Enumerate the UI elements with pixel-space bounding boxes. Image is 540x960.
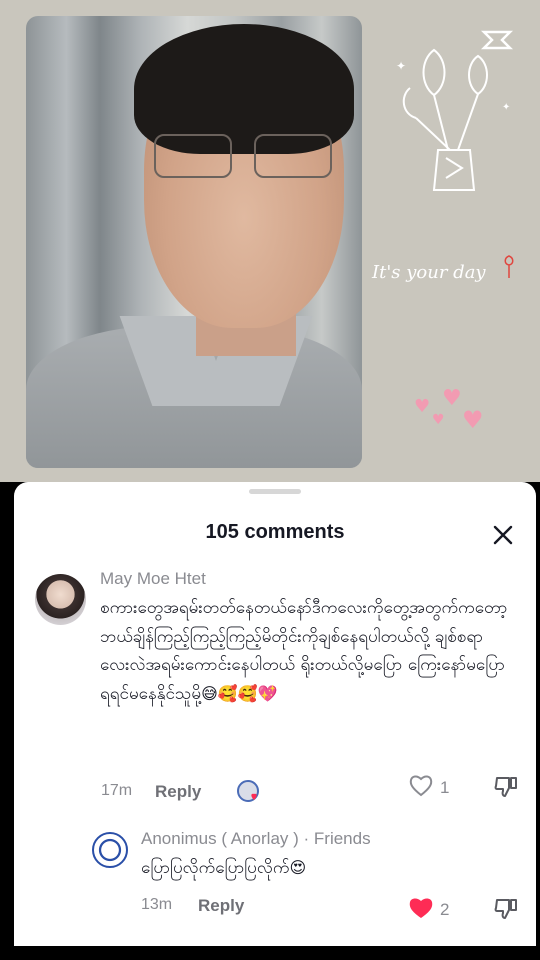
comment-username[interactable]: Anonimus ( Anorlay ) · Friends [141,829,371,849]
hearts-decoration: ♥ ♥ ♥ ♥ [414,386,484,434]
drag-handle[interactable] [249,489,301,494]
liked-heart-icon[interactable] [407,895,435,921]
avatar[interactable] [92,832,128,868]
creator-liked-icon [237,780,259,802]
bottom-bar [0,946,540,960]
flower-bouquet-icon: ✦ ✦ [396,48,510,191]
comment-time: 17m [101,782,133,799]
video-player[interactable]: ✦ ✦ It's your day ♥ ♥ ♥ ♥ [0,0,540,482]
reply-button[interactable]: Reply [198,896,244,916]
like-count: 1 [440,778,450,797]
dislike-icon[interactable] [493,774,519,800]
reply-button[interactable]: Reply [155,782,201,802]
comment-time: 13m [141,896,173,913]
comment-text: ပြောပြလိုက်ပြောပြလိုက်😍 [141,858,307,878]
comment-emojis: 😍 [289,858,307,877]
close-icon[interactable] [490,522,516,548]
like-count: 2 [440,900,450,919]
profile-photo [26,16,362,468]
avatar[interactable] [35,574,86,625]
comments-sheet: 105 comments May Moe Htet စကားတွေအရမ်းတတ… [14,482,536,960]
caption-script: It's your day [372,255,522,302]
comment-username[interactable]: May Moe Htet [100,569,206,589]
like-icon[interactable] [408,773,434,799]
comment-emojis: 😅🥰🥰💖 [201,683,278,703]
comments-count: 105 comments [205,521,345,543]
svg-text:✦: ✦ [396,59,406,73]
dislike-icon[interactable] [493,896,519,922]
comment-text: စကားတွေအရမ်းတတ်နေတယ်နော်ဒီကလေးကိုတွေ့အတွ… [100,598,508,704]
svg-text:✦: ✦ [502,102,510,113]
